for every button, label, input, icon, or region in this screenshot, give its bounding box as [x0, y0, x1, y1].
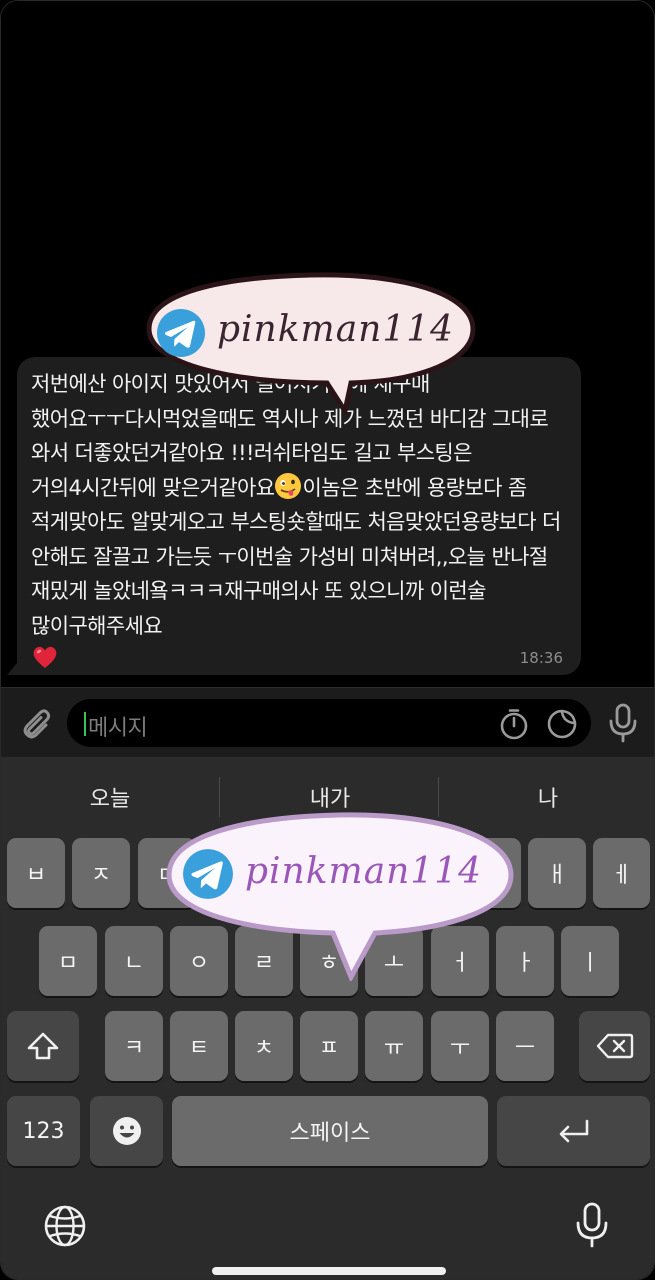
backspace-icon — [596, 1033, 633, 1059]
key-ㅍ[interactable]: ㅍ — [300, 1011, 358, 1081]
key-ㅊ[interactable]: ㅊ — [235, 1011, 293, 1081]
backspace-key[interactable] — [579, 1011, 650, 1081]
telegram-logo-icon — [157, 309, 205, 357]
key-ㄷ[interactable]: ㄷ — [138, 838, 196, 908]
key-ㄱ[interactable]: ㄱ — [203, 838, 261, 908]
return-icon — [559, 1119, 588, 1143]
suggestion-divider — [219, 777, 220, 817]
key-ㅠ[interactable]: ㅠ — [365, 1011, 423, 1081]
suggestion-2[interactable]: 내가 — [251, 781, 409, 813]
message-text: 저번에산 아이지 맛있어서 떨어지기전에 재구매 했어요ㅜㅜ다시먹었을때도 역시… — [31, 367, 567, 678]
key-ㅛ[interactable]: ㅛ — [333, 838, 391, 908]
key-ㅔ[interactable]: ㅔ — [593, 838, 650, 908]
key-ㅈ[interactable]: ㅈ — [72, 838, 130, 908]
face-with-tongue-icon — [275, 472, 302, 499]
key-ㅏ[interactable]: ㅏ — [496, 926, 554, 996]
emoji-key[interactable] — [90, 1096, 163, 1166]
message-input[interactable]: 메시지 — [67, 699, 591, 747]
shift-key[interactable] — [7, 1011, 79, 1081]
suggestion-1[interactable]: 오늘 — [31, 781, 189, 813]
numbers-key[interactable]: 123 — [7, 1096, 80, 1166]
message-time: 18:36 — [519, 649, 563, 667]
paperclip-icon[interactable] — [15, 704, 53, 742]
key-ㅑ[interactable]: ㅑ — [463, 838, 521, 908]
message-input-bar: 메시지 — [1, 687, 654, 757]
key-ㅅ[interactable]: ㅅ — [268, 838, 326, 908]
suggestion-bar: 오늘 내가 나 — [1, 757, 654, 835]
key-ㅁ[interactable]: ㅁ — [39, 926, 97, 996]
chat-area: 저번에산 아이지 맛있어서 떨어지기전에 재구매 했어요ㅜㅜ다시먹었을때도 역시… — [1, 1, 654, 687]
space-key[interactable]: 스페이스 — [172, 1096, 488, 1166]
key-ㅂ[interactable]: ㅂ — [7, 838, 65, 908]
key-ㅌ[interactable]: ㅌ — [170, 1011, 228, 1081]
key-ㅋ[interactable]: ㅋ — [105, 1011, 163, 1081]
sticker-icon[interactable] — [545, 707, 579, 741]
emoji-icon — [112, 1117, 141, 1145]
suggestion-3[interactable]: 나 — [469, 781, 627, 813]
watermark-text-top: pinkman114 — [217, 309, 455, 350]
message-placeholder: 메시지 — [88, 716, 148, 741]
return-key[interactable] — [497, 1096, 650, 1166]
korean-keyboard: 오늘 내가 나 ㅂ ㅈ ㄷ ㄱ ㅅ ㅛ ㅕ ㅑ ㅐ ㅔ ㅁ ㄴ ㅇ ㄹ ㅎ ㅗ … — [1, 757, 654, 1279]
key-ㅗ[interactable]: ㅗ — [365, 926, 423, 996]
dictation-microphone-icon[interactable] — [573, 1201, 611, 1249]
key-ㅐ[interactable]: ㅐ — [528, 838, 586, 908]
key-ㅣ[interactable]: ㅣ — [561, 926, 619, 996]
key-ㅡ[interactable]: ㅡ — [496, 1011, 554, 1081]
microphone-icon[interactable] — [604, 702, 642, 744]
suggestion-divider — [438, 777, 439, 817]
key-ㄹ[interactable]: ㄹ — [235, 926, 293, 996]
timer-icon[interactable] — [497, 707, 531, 741]
shift-icon — [27, 1032, 59, 1060]
key-ㄴ[interactable]: ㄴ — [105, 926, 163, 996]
key-ㅓ[interactable]: ㅓ — [431, 926, 489, 996]
message-bubble[interactable]: 저번에산 아이지 맛있어서 떨어지기전에 재구매 했어요ㅜㅜ다시먹었을때도 역시… — [17, 357, 581, 675]
globe-icon[interactable] — [43, 1204, 87, 1248]
key-ㅎ[interactable]: ㅎ — [300, 926, 358, 996]
text-caret — [84, 712, 86, 736]
key-ㅜ[interactable]: ㅜ — [431, 1011, 489, 1081]
phone-screen: 저번에산 아이지 맛있어서 떨어지기전에 재구매 했어요ㅜㅜ다시먹었을때도 역시… — [0, 0, 655, 1280]
home-indicator[interactable] — [212, 1267, 446, 1275]
key-ㅇ[interactable]: ㅇ — [170, 926, 228, 996]
red-heart-icon — [33, 646, 57, 668]
key-ㅕ[interactable]: ㅕ — [398, 838, 456, 908]
